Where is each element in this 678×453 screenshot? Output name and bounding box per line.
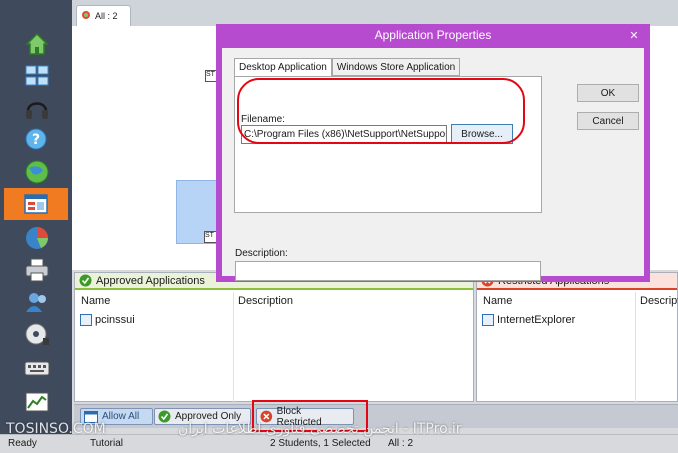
- status-group: All : 2: [388, 438, 414, 449]
- approved-only-icon: [158, 410, 171, 423]
- sidebar-item-media[interactable]: [8, 318, 66, 350]
- sidebar-item-web[interactable]: [8, 156, 66, 188]
- svg-text:?: ?: [32, 132, 40, 148]
- description-field[interactable]: [235, 261, 541, 281]
- application-properties-dialog: Application Properties ✕ Desktop Applica…: [216, 24, 650, 282]
- app-name: pcinssui: [95, 314, 135, 326]
- group-icon: [82, 11, 90, 19]
- list-item[interactable]: InternetExplorer: [482, 314, 575, 326]
- sidebar-item-monitor[interactable]: [8, 386, 66, 418]
- line-chart-icon: [25, 392, 49, 412]
- column-divider: [233, 292, 234, 402]
- sidebar-item-reports[interactable]: [8, 222, 66, 254]
- allow-all-button[interactable]: Allow All: [80, 408, 153, 425]
- application-toolbar: Allow All Approved Only Block Restricted: [74, 404, 678, 428]
- help-icon: ?: [25, 128, 47, 150]
- sidebar-item-print[interactable]: [8, 254, 66, 286]
- tab-all-label: All : 2: [95, 11, 118, 21]
- tab-desktop-application[interactable]: Desktop Application: [234, 58, 332, 77]
- sidebar-item-home[interactable]: [8, 28, 66, 60]
- allow-all-label: Allow All: [102, 411, 140, 422]
- sidebar-item-grid[interactable]: [8, 60, 66, 92]
- ok-button[interactable]: OK: [577, 84, 639, 102]
- globe-icon: [25, 160, 49, 184]
- sidebar-item-applications[interactable]: [4, 188, 68, 220]
- tab-bar: [72, 0, 678, 26]
- status-ready: Ready: [8, 438, 37, 449]
- grid-view-icon: [25, 65, 49, 86]
- headphones-icon: [26, 102, 48, 119]
- application-icon: [80, 314, 92, 326]
- sidebar-item-users[interactable]: [8, 286, 66, 318]
- cancel-button[interactable]: Cancel: [577, 112, 639, 130]
- sidebar-item-help[interactable]: ?: [8, 124, 66, 156]
- disc-icon: [25, 323, 49, 345]
- check-shield-icon: [79, 274, 92, 287]
- status-student-count: 2 Students, 1 Selected: [270, 438, 371, 449]
- approved-only-button[interactable]: Approved Only: [154, 408, 251, 425]
- column-header-description[interactable]: Description: [238, 295, 293, 307]
- applications-icon: [24, 194, 48, 214]
- annotation-highlight-ellipse: [237, 78, 525, 144]
- printer-icon: [25, 258, 49, 282]
- approved-applications-panel: Approved Applications Name Description p…: [74, 272, 474, 402]
- column-header-name[interactable]: Name: [483, 295, 512, 307]
- sidebar: ?: [0, 0, 72, 434]
- close-button[interactable]: ✕: [624, 27, 644, 43]
- internet-explorer-icon: [482, 314, 494, 326]
- sidebar-item-audio[interactable]: [8, 92, 66, 124]
- pie-chart-icon: [26, 227, 48, 249]
- column-header-name[interactable]: Name: [81, 295, 110, 307]
- column-header-description[interactable]: Descripti: [640, 295, 678, 307]
- users-icon: [26, 293, 46, 312]
- status-tutorial: Tutorial: [90, 438, 123, 449]
- dialog-titlebar[interactable]: Application Properties: [216, 24, 650, 46]
- approved-title: Approved Applications: [96, 274, 205, 287]
- dialog-tabs: Desktop Application Windows Store Applic…: [234, 58, 461, 77]
- description-label: Description:: [235, 248, 288, 259]
- tab-windows-store-application[interactable]: Windows Store Application: [331, 58, 461, 76]
- dialog-title: Application Properties: [374, 28, 492, 42]
- allow-all-icon: [84, 410, 98, 423]
- list-item[interactable]: pcinssui: [80, 314, 135, 326]
- approved-only-label: Approved Only: [175, 411, 242, 422]
- restricted-applications-panel: Restricted Applications Name Descripti I…: [476, 272, 678, 402]
- tab-all[interactable]: All : 2: [76, 5, 131, 26]
- keyboard-icon: [24, 361, 50, 376]
- column-divider: [635, 292, 636, 402]
- annotation-highlight-box: [252, 400, 368, 432]
- app-name: InternetExplorer: [497, 314, 576, 326]
- home-icon: [25, 32, 49, 55]
- status-bar: Ready Tutorial 2 Students, 1 Selected Al…: [0, 434, 678, 453]
- sidebar-item-keyboard[interactable]: [8, 352, 66, 384]
